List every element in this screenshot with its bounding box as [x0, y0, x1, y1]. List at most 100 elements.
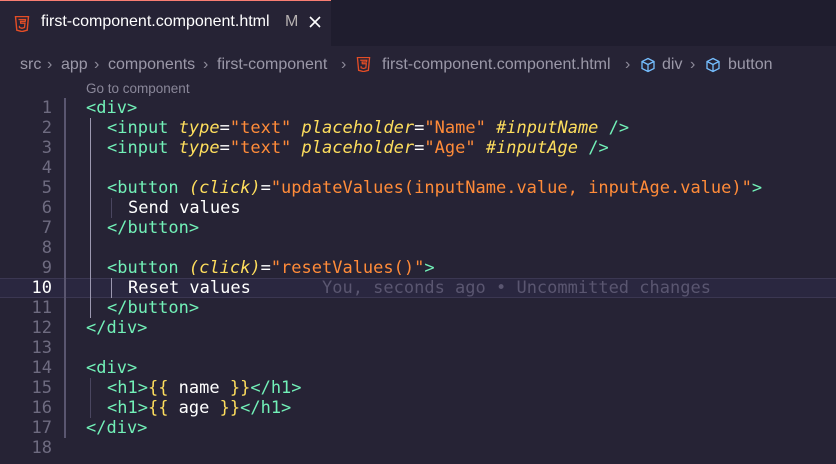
- chevron-right-icon: ›: [47, 56, 53, 73]
- interpolation-brace: {{: [147, 378, 169, 398]
- code-line: Send values: [128, 198, 241, 218]
- html-tag: <input: [107, 118, 169, 138]
- code-line: <button (click)="resetValues()">: [107, 258, 435, 278]
- operator: =: [260, 178, 271, 198]
- breadcrumb-item-div[interactable]: div: [662, 56, 682, 74]
- line-number: 16: [31, 398, 52, 418]
- line-number: 7: [41, 218, 52, 238]
- html5-icon: [14, 16, 30, 32]
- line-number: 13: [31, 338, 52, 358]
- line-number-active: 10: [31, 278, 52, 298]
- string: "Age": [424, 138, 476, 158]
- breadcrumb-item-src[interactable]: src: [20, 56, 41, 74]
- attribute: placeholder: [301, 138, 415, 158]
- tab-first-component-html[interactable]: first-component.component.html M: [0, 0, 331, 46]
- line-number: 4: [41, 158, 52, 178]
- line-number: 6: [41, 198, 52, 218]
- line-number: 17: [31, 418, 52, 438]
- breadcrumb-item-file[interactable]: first-component.component.html: [382, 56, 611, 74]
- interpolation-brace: {{: [147, 398, 169, 418]
- interpolation-brace: }}: [219, 398, 241, 418]
- html-tag: >: [751, 178, 763, 198]
- html-tag: <h1>: [107, 378, 148, 398]
- html-tag: />: [608, 118, 630, 138]
- code-line: </div>: [86, 318, 147, 338]
- chevron-right-icon: ›: [625, 56, 631, 73]
- indent-guide: [90, 378, 91, 418]
- code-line: </button>: [107, 298, 199, 318]
- indent-guide: [111, 198, 112, 218]
- line-number: 3: [41, 138, 52, 158]
- line-number: 12: [31, 318, 52, 338]
- chevron-right-icon: ›: [690, 56, 696, 73]
- code-line: </div>: [86, 418, 147, 438]
- html-tag: <button: [107, 178, 179, 198]
- indent-guide: [111, 278, 112, 298]
- string: "updateValues(inputName.value, inputAge.…: [270, 178, 752, 198]
- string: "text": [229, 138, 292, 158]
- close-icon[interactable]: [307, 14, 323, 30]
- code-line: Reset values: [128, 278, 251, 298]
- line-number: 1: [41, 98, 52, 118]
- codelens-go-to-component[interactable]: Go to component: [86, 81, 190, 96]
- breadcrumb-item-button[interactable]: button: [728, 56, 772, 74]
- html-tag: <button: [107, 258, 179, 278]
- attribute: (click): [188, 178, 261, 198]
- interpolation-brace: }}: [229, 378, 251, 398]
- interpolation-expr: age: [168, 398, 220, 418]
- line-number: 14: [31, 358, 52, 378]
- html-tag: </div>: [86, 418, 148, 438]
- operator: =: [260, 258, 271, 278]
- breadcrumb-item-first-component[interactable]: first-component: [217, 56, 327, 74]
- code-line: <input type="text" placeholder="Age" #in…: [107, 138, 609, 158]
- attribute: placeholder: [301, 118, 415, 138]
- code-line: <h1>{{ age }}</h1>: [107, 398, 291, 418]
- operator: =: [219, 118, 230, 138]
- code-line: </button>: [107, 218, 199, 238]
- attribute: type: [178, 138, 220, 158]
- html-tag: <div>: [86, 358, 138, 378]
- line-number: 9: [41, 258, 52, 278]
- html-tag: />: [588, 138, 609, 158]
- html-tag: <div>: [86, 98, 138, 118]
- html5-icon: [356, 57, 371, 72]
- code-line: <div>: [86, 358, 137, 378]
- line-number: 8: [41, 238, 52, 258]
- cube-symbol-icon: [706, 57, 720, 73]
- html-tag: <h1>: [107, 398, 148, 418]
- html-tag: >: [424, 258, 435, 278]
- text-content: Reset values: [128, 278, 251, 298]
- template-ref: #inputName: [496, 118, 599, 138]
- line-number: 5: [41, 178, 52, 198]
- git-blame-annotation: You, seconds ago • Uncommitted changes: [322, 278, 711, 298]
- html-tag: </div>: [86, 318, 148, 338]
- string: "resetValues()": [270, 258, 425, 278]
- line-number: 2: [41, 118, 52, 138]
- chevron-right-icon: ›: [341, 56, 347, 73]
- string: "Name": [424, 118, 486, 138]
- code-line: <h1>{{ name }}</h1>: [107, 378, 302, 398]
- breadcrumb-item-app[interactable]: app: [61, 56, 88, 74]
- html-tag: </h1>: [240, 398, 292, 418]
- git-change-indicator: [64, 98, 66, 438]
- cube-symbol-icon: [641, 57, 655, 73]
- html-tag: </button>: [107, 298, 200, 318]
- operator: =: [414, 118, 425, 138]
- interpolation-expr: name: [168, 378, 230, 398]
- indent-guide: [90, 118, 91, 318]
- chevron-right-icon: ›: [94, 56, 100, 73]
- template-ref: #inputAge: [485, 138, 578, 158]
- code-line: <button (click)="updateValues(inputName.…: [107, 178, 762, 198]
- breadcrumb: src › app › components › first-component…: [0, 54, 836, 76]
- attribute: type: [178, 118, 220, 138]
- attribute: (click): [188, 258, 261, 278]
- html-tag: </h1>: [250, 378, 302, 398]
- modified-badge: M: [285, 13, 299, 30]
- html-tag: <input: [107, 138, 169, 158]
- html-tag: </button>: [107, 218, 200, 238]
- text-content: Send values: [128, 198, 241, 218]
- tab-bar: first-component.component.html M: [0, 0, 836, 46]
- breadcrumb-item-components[interactable]: components: [108, 56, 195, 74]
- line-number: 11: [31, 298, 52, 318]
- code-line: <input type="text" placeholder="Name" #i…: [107, 118, 629, 138]
